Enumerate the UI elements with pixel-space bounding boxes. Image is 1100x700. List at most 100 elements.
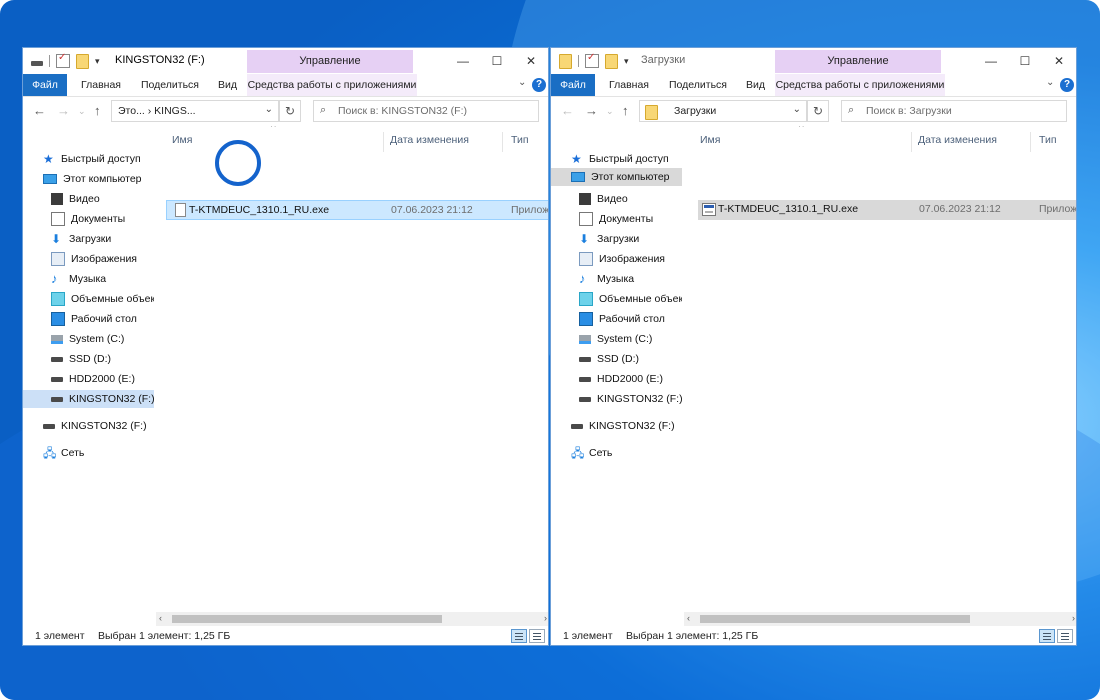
details-view-icon[interactable] xyxy=(511,629,527,643)
forward-arrow-icon[interactable]: → xyxy=(585,103,598,118)
help-icon[interactable]: ? xyxy=(532,78,546,92)
column-divider[interactable] xyxy=(911,132,912,152)
nav-drive-d[interactable]: SSD (D:) xyxy=(579,350,639,368)
new-folder-icon[interactable] xyxy=(605,53,618,69)
nav-downloads[interactable]: Загрузки xyxy=(51,230,111,248)
tab-share[interactable]: Поделиться xyxy=(669,74,727,96)
nav-pictures[interactable]: Изображения xyxy=(579,250,665,268)
recent-locations-icon[interactable]: ⌄ xyxy=(606,106,614,117)
ribbon-expand-icon[interactable]: ⌄ xyxy=(518,77,526,88)
scroll-right-icon[interactable]: › xyxy=(544,613,547,623)
minimize-icon[interactable]: — xyxy=(446,50,480,72)
tab-home[interactable]: Главная xyxy=(81,74,121,96)
column-header-type[interactable]: Тип xyxy=(511,134,529,152)
title-bar[interactable]: ▾ KINGSTON32 (F:) Управление — ☐ ✕ xyxy=(23,48,548,74)
properties-icon[interactable] xyxy=(585,52,599,68)
properties-icon[interactable] xyxy=(56,52,70,68)
column-divider[interactable] xyxy=(383,132,384,152)
nav-drive-c[interactable]: System (C:) xyxy=(579,330,652,348)
nav-documents[interactable]: Документы xyxy=(579,210,653,228)
large-icons-view-icon[interactable] xyxy=(529,629,545,643)
scroll-left-icon[interactable]: ‹ xyxy=(159,613,162,623)
nav-network[interactable]: Сеть xyxy=(571,444,612,462)
up-arrow-icon[interactable]: ↑ xyxy=(94,103,101,118)
nav-this-pc[interactable]: Этот компьютер xyxy=(551,168,682,186)
scroll-right-icon[interactable]: › xyxy=(1072,613,1075,623)
nav-3d-objects[interactable]: Объемные объекты xyxy=(579,290,682,308)
customize-toolbar-icon[interactable]: ▾ xyxy=(624,56,629,67)
horizontal-scrollbar[interactable]: ‹ › xyxy=(684,612,1076,626)
title-bar[interactable]: ▾ Загрузки Управление — ☐ ✕ xyxy=(551,48,1076,74)
nav-desktop[interactable]: Рабочий стол xyxy=(51,310,137,328)
nav-drive-f[interactable]: KINGSTON32 (F:) xyxy=(579,390,682,408)
nav-quick-access[interactable]: Быстрый доступ xyxy=(571,150,669,168)
back-arrow-icon[interactable]: ← xyxy=(561,103,574,118)
tab-file[interactable]: Файл xyxy=(23,74,67,96)
forward-arrow-icon[interactable]: → xyxy=(57,103,70,118)
horizontal-scrollbar[interactable]: ‹ › xyxy=(156,612,548,626)
column-divider[interactable] xyxy=(1030,132,1031,152)
nav-videos[interactable]: Видео xyxy=(579,190,628,208)
address-bar[interactable]: Загрузки ⌄ xyxy=(639,100,807,122)
column-header-name[interactable]: Имя xyxy=(700,134,720,152)
nav-pictures[interactable]: Изображения xyxy=(51,250,137,268)
nav-music[interactable]: Музыка xyxy=(579,270,634,288)
nav-usb-drive[interactable]: KINGSTON32 (F:) xyxy=(43,417,147,435)
file-row[interactable]: T-KTMDEUC_1310.1_RU.exe 07.06.2023 21:12… xyxy=(166,200,548,220)
nav-usb-drive[interactable]: KINGSTON32 (F:) xyxy=(571,417,675,435)
tab-app-tools[interactable]: Средства работы с приложениями xyxy=(775,74,945,96)
tab-app-tools[interactable]: Средства работы с приложениями xyxy=(247,74,417,96)
nav-downloads[interactable]: Загрузки xyxy=(579,230,639,248)
address-bar[interactable]: Это... › KINGS... ⌄ xyxy=(111,100,279,122)
customize-toolbar-icon[interactable]: ▾ xyxy=(95,56,100,67)
minimize-icon[interactable]: — xyxy=(974,50,1008,72)
file-row[interactable]: T-KTMDEUC_1310.1_RU.exe 07.06.2023 21:12… xyxy=(698,200,1076,220)
column-header-date[interactable]: Дата изменения xyxy=(918,134,997,152)
search-box[interactable]: ⌕ Поиск в: Загрузки xyxy=(841,100,1067,122)
manage-tab[interactable]: Управление xyxy=(775,50,941,73)
manage-tab[interactable]: Управление xyxy=(247,50,413,73)
scrollbar-thumb[interactable] xyxy=(172,615,442,623)
nav-network[interactable]: Сеть xyxy=(43,444,84,462)
nav-drive-f[interactable]: KINGSTON32 (F:) xyxy=(23,390,154,408)
refresh-button[interactable]: ↻ xyxy=(807,100,829,122)
column-header-date[interactable]: Дата изменения xyxy=(390,134,469,152)
nav-drive-e[interactable]: HDD2000 (E:) xyxy=(51,370,135,388)
help-icon[interactable]: ? xyxy=(1060,78,1074,92)
chevron-down-icon[interactable]: ⌄ xyxy=(265,104,273,115)
nav-this-pc[interactable]: Этот компьютер xyxy=(43,170,142,188)
maximize-icon[interactable]: ☐ xyxy=(1008,50,1042,72)
nav-3d-objects[interactable]: Объемные объекты xyxy=(51,290,154,308)
scroll-left-icon[interactable]: ‹ xyxy=(687,613,690,623)
tab-view[interactable]: Вид xyxy=(746,74,765,96)
refresh-button[interactable]: ↻ xyxy=(279,100,301,122)
large-icons-view-icon[interactable] xyxy=(1057,629,1073,643)
recent-locations-icon[interactable]: ⌄ xyxy=(78,106,86,117)
nav-music[interactable]: Музыка xyxy=(51,270,106,288)
ribbon-expand-icon[interactable]: ⌄ xyxy=(1046,77,1054,88)
back-arrow-icon[interactable]: ← xyxy=(33,103,46,118)
nav-quick-access[interactable]: Быстрый доступ xyxy=(43,150,141,168)
new-folder-icon[interactable] xyxy=(76,53,89,69)
tab-file[interactable]: Файл xyxy=(551,74,595,96)
chevron-down-icon[interactable]: ⌄ xyxy=(793,104,801,115)
details-view-icon[interactable] xyxy=(1039,629,1055,643)
nav-drive-e[interactable]: HDD2000 (E:) xyxy=(579,370,663,388)
nav-drive-c[interactable]: System (C:) xyxy=(51,330,124,348)
close-icon[interactable]: ✕ xyxy=(1042,50,1076,72)
maximize-icon[interactable]: ☐ xyxy=(480,50,514,72)
nav-documents[interactable]: Документы xyxy=(51,210,125,228)
close-icon[interactable]: ✕ xyxy=(514,50,548,72)
column-header-name[interactable]: Имя xyxy=(172,134,192,152)
nav-desktop[interactable]: Рабочий стол xyxy=(579,310,665,328)
tab-share[interactable]: Поделиться xyxy=(141,74,199,96)
nav-drive-d[interactable]: SSD (D:) xyxy=(51,350,111,368)
column-header-type[interactable]: Тип xyxy=(1039,134,1057,152)
up-arrow-icon[interactable]: ↑ xyxy=(622,103,629,118)
nav-videos[interactable]: Видео xyxy=(51,190,100,208)
scrollbar-thumb[interactable] xyxy=(700,615,970,623)
tab-home[interactable]: Главная xyxy=(609,74,649,96)
column-divider[interactable] xyxy=(502,132,503,152)
search-box[interactable]: ⌕ Поиск в: KINGSTON32 (F:) xyxy=(313,100,539,122)
tab-view[interactable]: Вид xyxy=(218,74,237,96)
